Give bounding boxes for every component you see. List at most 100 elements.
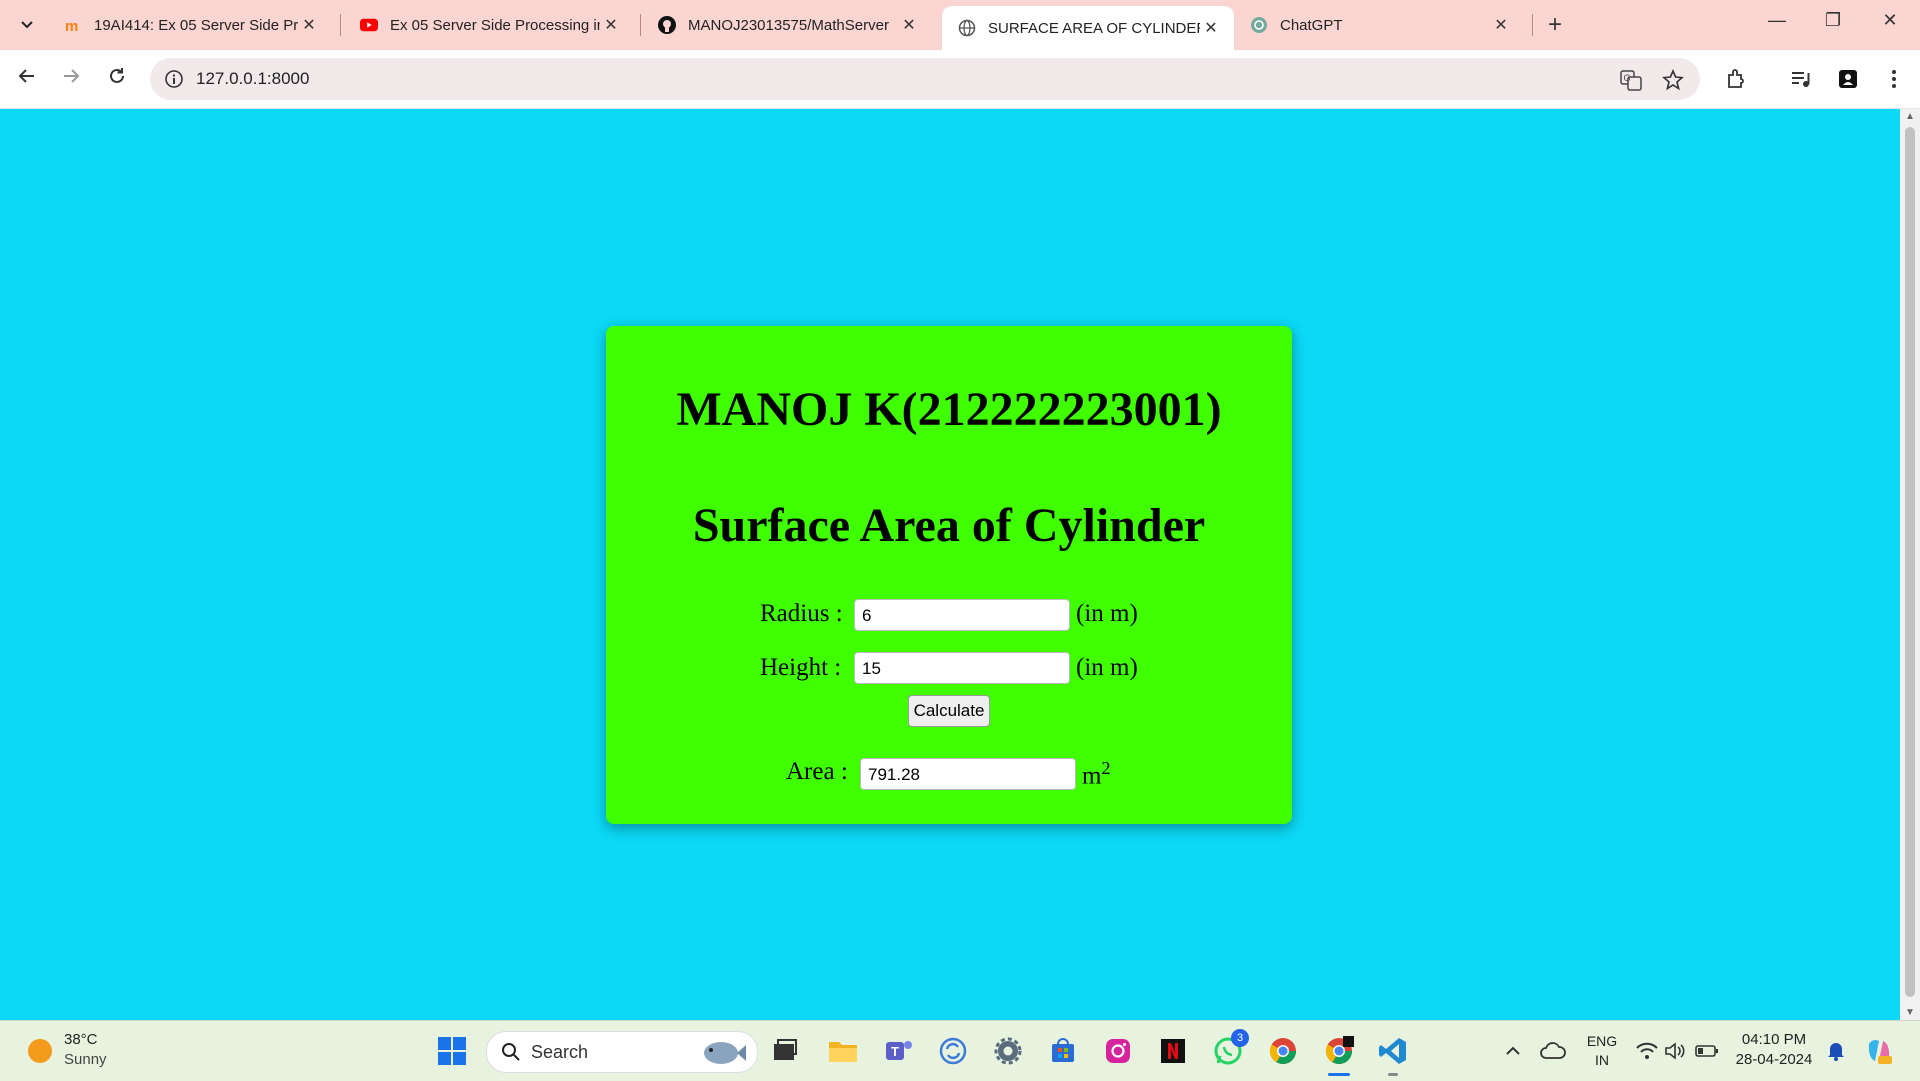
reload-icon — [110, 68, 124, 83]
radius-unit: (in m) — [1076, 600, 1138, 627]
area-unit-base: m — [1082, 762, 1102, 790]
search-placeholder: Search — [531, 1042, 589, 1062]
tab-youtube[interactable]: Ex 05 Server Side Processing in ✕ — [344, 6, 634, 44]
weather-sun-icon[interactable] — [28, 1039, 52, 1063]
microsoft-store-icon[interactable] — [1046, 1034, 1080, 1068]
address-bar[interactable]: 127.0.0.1:8000 G — [150, 58, 1700, 100]
chatgpt-icon — [1250, 16, 1268, 34]
reload-button[interactable] — [102, 64, 132, 94]
search-icon — [502, 1043, 520, 1061]
tab-separator — [340, 14, 341, 36]
youtube-icon — [360, 16, 378, 34]
search-highlight-fish-icon — [704, 1042, 746, 1064]
weather-temperature[interactable]: 38°C — [64, 1031, 98, 1048]
svg-text:m: m — [65, 18, 78, 34]
active-app-indicator — [1328, 1073, 1350, 1076]
close-tab-icon[interactable]: ✕ — [298, 15, 320, 35]
restore-button[interactable]: ❐ — [1813, 10, 1853, 31]
chrome-profile-active-icon[interactable] — [1322, 1034, 1356, 1068]
tab-chatgpt[interactable]: ChatGPT ✕ — [1234, 6, 1524, 44]
tab-title: ChatGPT — [1280, 16, 1343, 34]
close-tab-icon[interactable]: ✕ — [600, 15, 622, 35]
teams-icon[interactable]: T — [882, 1034, 916, 1068]
forward-arrow-icon — [64, 69, 80, 83]
task-view-icon[interactable] — [768, 1034, 802, 1068]
tab-title: MANOJ23013575/MathServer — [688, 16, 889, 34]
clock-date[interactable]: 28-04-2024 — [1732, 1051, 1816, 1068]
tab-search-button[interactable] — [12, 10, 42, 40]
windows-logo-icon — [438, 1037, 466, 1065]
copilot-icon[interactable] — [1862, 1034, 1896, 1068]
weather-condition[interactable]: Sunny — [64, 1051, 107, 1068]
chrome-icon[interactable] — [1266, 1034, 1300, 1068]
region-indicator[interactable]: IN — [1584, 1052, 1620, 1068]
author-heading: MANOJ K(212222223001) — [676, 383, 1222, 436]
area-unit-exponent: 2 — [1101, 758, 1111, 778]
svg-text:G: G — [1624, 73, 1631, 83]
close-tab-icon[interactable]: ✕ — [1200, 18, 1222, 38]
browser-toolbar: 127.0.0.1:8000 G — [0, 50, 1920, 109]
battery-icon[interactable] — [1690, 1034, 1724, 1068]
onedrive-cloud-icon[interactable] — [1536, 1034, 1570, 1068]
show-hidden-icons-chevron-icon[interactable] — [1496, 1034, 1530, 1068]
scroll-down-arrow-icon[interactable]: ▼ — [1905, 1007, 1915, 1018]
scrollbar-thumb[interactable] — [1905, 127, 1915, 997]
tab-separator — [640, 14, 641, 36]
tab-separator — [1532, 14, 1533, 36]
calculate-button[interactable]: Calculate — [908, 695, 990, 727]
language-indicator[interactable]: ENG — [1584, 1033, 1620, 1049]
url-text: 127.0.0.1:8000 — [196, 69, 310, 88]
sync-app-icon[interactable] — [936, 1034, 970, 1068]
extensions-icon[interactable] — [1724, 67, 1748, 91]
start-button[interactable] — [435, 1034, 469, 1068]
bookmark-star-icon[interactable] — [1662, 68, 1684, 91]
translate-icon[interactable]: G — [1620, 69, 1642, 91]
menu-kebab-icon[interactable] — [1882, 67, 1906, 91]
radius-label: Radius : — [760, 600, 843, 627]
tab-surface-area[interactable]: SURFACE AREA OF CYLINDER ✕ — [942, 6, 1234, 50]
tab-title: 19AI414: Ex 05 Server Side Proc — [94, 16, 298, 34]
profile-avatar-icon[interactable] — [1836, 67, 1860, 91]
page-viewport: MANOJ K(212222223001) Surface Area of Cy… — [0, 109, 1900, 1020]
running-app-indicator — [1388, 1073, 1398, 1076]
close-tab-icon[interactable]: ✕ — [898, 15, 920, 35]
height-unit: (in m) — [1076, 654, 1138, 681]
tab-title: SURFACE AREA OF CYLINDER — [988, 19, 1200, 37]
file-explorer-icon[interactable] — [826, 1034, 860, 1068]
notification-bell-icon[interactable] — [1819, 1034, 1853, 1068]
new-tab-button[interactable]: + — [1540, 12, 1570, 38]
tab-github[interactable]: MANOJ23013575/MathServer ✕ — [642, 6, 932, 44]
moodle-icon: m — [64, 16, 82, 34]
vertical-scrollbar[interactable]: ▲ ▼ — [1900, 109, 1920, 1020]
netflix-icon[interactable] — [1156, 1034, 1190, 1068]
github-icon — [658, 16, 676, 34]
site-info-icon[interactable] — [164, 69, 184, 89]
windows-taskbar: 38°C Sunny Search T 3 ENG IN 04:10 PM 28… — [0, 1020, 1920, 1081]
calculator-card: MANOJ K(212222223001) Surface Area of Cy… — [606, 326, 1292, 824]
chevron-down-icon — [21, 21, 33, 29]
media-controls-icon[interactable] — [1789, 67, 1813, 91]
area-output[interactable]: 791.28 — [860, 758, 1076, 790]
globe-icon — [958, 19, 976, 37]
clock-time[interactable]: 04:10 PM — [1732, 1031, 1816, 1048]
minimize-button[interactable]: — — [1757, 10, 1797, 31]
instagram-icon[interactable] — [1101, 1034, 1135, 1068]
back-button[interactable] — [12, 64, 42, 94]
area-unit: m2 — [1082, 758, 1110, 790]
radius-input[interactable]: 6 — [854, 599, 1070, 631]
close-window-button[interactable]: ✕ — [1870, 10, 1910, 31]
area-label: Area : — [786, 758, 848, 785]
scroll-up-arrow-icon[interactable]: ▲ — [1905, 111, 1915, 122]
back-arrow-icon — [18, 69, 34, 83]
forward-button[interactable] — [56, 64, 86, 94]
settings-gear-icon[interactable] — [991, 1034, 1025, 1068]
volume-icon[interactable] — [1658, 1034, 1692, 1068]
close-tab-icon[interactable]: ✕ — [1490, 15, 1512, 35]
svg-text:T: T — [891, 1044, 899, 1059]
taskbar-search[interactable]: Search — [486, 1031, 758, 1073]
height-label: Height : — [760, 654, 842, 681]
vscode-icon[interactable] — [1376, 1034, 1410, 1068]
tab-title: Ex 05 Server Side Processing in — [390, 16, 600, 34]
height-input[interactable]: 15 — [854, 652, 1070, 684]
tab-19ai414[interactable]: m 19AI414: Ex 05 Server Side Proc ✕ — [48, 6, 332, 44]
